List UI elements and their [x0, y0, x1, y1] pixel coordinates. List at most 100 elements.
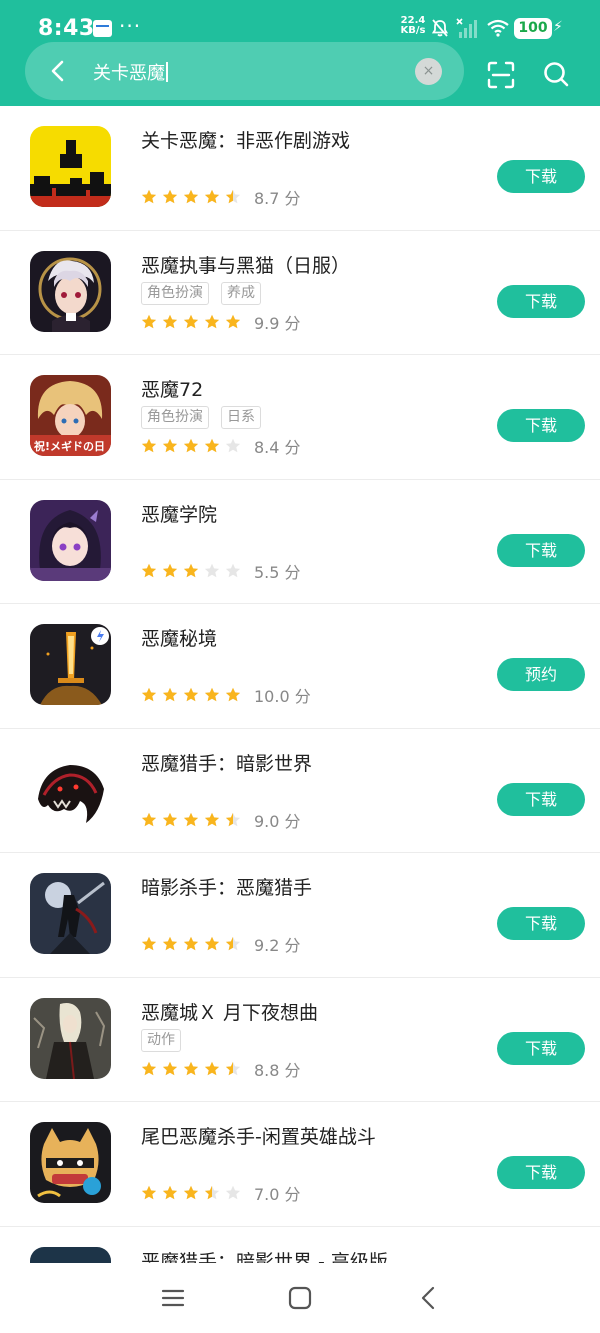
reserve-button[interactable]: 预约 — [497, 658, 585, 691]
star-half-icon — [225, 936, 241, 951]
tag[interactable]: 养成 — [221, 281, 261, 305]
star-filled-icon — [204, 812, 220, 826]
rating-score: 9.2 分 — [254, 936, 301, 955]
download-button[interactable]: 下载 — [497, 907, 585, 940]
download-button[interactable]: 下载 — [497, 409, 585, 442]
star-rating — [141, 189, 246, 205]
star-filled-icon — [141, 314, 157, 328]
star-filled-icon — [162, 1061, 178, 1075]
app-icon-butler-black-cat[interactable] — [30, 250, 111, 332]
app-list-item[interactable]: 恶魔城Ｘ 月下夜想曲 动作 8.8 分 下载 — [0, 978, 600, 1102]
star-half-icon — [225, 1061, 241, 1075]
more-notifications-icon: ··· — [119, 14, 142, 38]
star-rating — [141, 936, 246, 952]
back-icon[interactable] — [45, 57, 73, 85]
app-list-item[interactable]: 恶魔学院 5.5 分 下载 — [0, 480, 600, 604]
app-icon-demon-72[interactable]: 祝!メギドの日 — [30, 375, 111, 456]
download-button[interactable]: 下载 — [497, 284, 585, 318]
star-rating — [141, 1061, 246, 1077]
star-filled-icon — [183, 1185, 199, 1200]
app-name: 恶魔猎手：暗影世界 - 高级版 — [141, 1250, 388, 1264]
star-filled-icon — [183, 563, 199, 577]
network-speed-unit: KB/s — [400, 25, 426, 36]
app-icon-level-devil[interactable] — [30, 126, 111, 207]
top-bar: 8:43 ··· 22.4 KB/s 100 ⚡ 关卡恶魔 × — [0, 0, 600, 106]
download-button[interactable]: 下载 — [497, 533, 585, 567]
mail-notification-icon — [93, 20, 112, 37]
rating: 9.0 分 — [141, 808, 301, 832]
navigation-bar — [0, 1263, 600, 1333]
star-filled-icon — [162, 936, 178, 951]
nav-back-icon[interactable] — [418, 1285, 438, 1311]
charging-icon: ⚡ — [553, 19, 563, 35]
tag[interactable]: 角色扮演 — [141, 281, 209, 305]
star-filled-icon — [204, 314, 220, 328]
star-filled-icon — [141, 189, 157, 204]
app-icon-demon-academy[interactable] — [30, 499, 111, 581]
rating-score: 8.8 分 — [254, 1060, 301, 1080]
app-name: 尾巴恶魔杀手-闲置英雄战斗 — [141, 1126, 376, 1148]
text-caret — [166, 62, 168, 82]
tag[interactable]: 角色扮演 — [141, 406, 209, 429]
signal-icon — [456, 18, 477, 38]
star-filled-icon — [183, 438, 199, 453]
app-icon-demon-hunter-premium[interactable] — [30, 1246, 111, 1264]
search-results-list[interactable]: 关卡恶魔：非恶作剧游戏 8.7 分 下载 恶魔执事与黑猫（日服） 角色扮演 养成… — [0, 106, 600, 1263]
star-filled-icon — [225, 687, 241, 702]
app-icon-demon-secret-realm[interactable] — [30, 624, 111, 705]
tag[interactable]: 动作 — [141, 1028, 181, 1052]
star-filled-icon — [141, 936, 157, 951]
star-filled-icon — [183, 812, 199, 826]
app-list-item[interactable]: 恶魔猎手：暗影世界 - 高级版 — [0, 1227, 600, 1264]
app-list-item[interactable]: 尾巴恶魔杀手-闲置英雄战斗 7.0 分 下载 — [0, 1102, 600, 1227]
star-filled-icon — [141, 687, 157, 702]
app-list-item[interactable]: 恶魔秘境 10.0 分 预约 — [0, 604, 600, 729]
star-rating — [141, 438, 246, 454]
star-filled-icon — [162, 563, 178, 577]
star-empty-icon — [225, 1185, 241, 1200]
app-icon-tail-demon-slayer[interactable] — [30, 1122, 111, 1203]
home-icon[interactable] — [288, 1286, 312, 1310]
app-name: 恶魔执事与黑猫（日服） — [141, 254, 351, 277]
rating-score: 8.4 分 — [254, 438, 301, 457]
download-button[interactable]: 下载 — [497, 782, 585, 816]
star-filled-icon — [204, 687, 220, 702]
search-query: 关卡恶魔 — [93, 63, 165, 84]
tag[interactable]: 日系 — [221, 406, 261, 429]
download-button[interactable]: 下载 — [497, 160, 585, 193]
network-speed: 22.4 KB/s — [399, 16, 427, 36]
star-rating — [141, 687, 246, 703]
star-half-icon — [225, 812, 241, 826]
download-button[interactable]: 下载 — [497, 1156, 585, 1189]
app-list-item[interactable]: 暗影杀手：恶魔猎手 9.2 分 下载 — [0, 853, 600, 978]
app-name: 恶魔秘境 — [141, 628, 218, 650]
app-icon-castlevania-sotn[interactable] — [30, 997, 111, 1079]
star-empty-icon — [204, 563, 220, 577]
app-list-item[interactable]: 恶魔猎手：暗影世界 9.0 分 下载 — [0, 729, 600, 853]
clear-search-button[interactable]: × — [415, 58, 442, 85]
svg-text:祝!メギドの日: 祝!メギドの日 — [34, 439, 105, 453]
download-button[interactable]: 下载 — [497, 1031, 585, 1065]
star-filled-icon — [204, 1061, 220, 1075]
rating: 8.7 分 — [141, 185, 301, 209]
scan-icon[interactable] — [486, 60, 516, 90]
star-filled-icon — [162, 438, 178, 453]
app-name: 恶魔猎手：暗影世界 — [141, 752, 313, 775]
app-icon-demon-hunter-shadow-world[interactable] — [30, 748, 111, 830]
star-filled-icon — [162, 687, 178, 702]
star-filled-icon — [183, 687, 199, 702]
app-list-item[interactable]: 关卡恶魔：非恶作剧游戏 8.7 分 下载 — [0, 106, 600, 231]
app-name: 关卡恶魔：非恶作剧游戏 — [141, 130, 351, 152]
app-list-item[interactable]: 祝!メギドの日 恶魔72 角色扮演 日系 8.4 分 下载 — [0, 355, 600, 480]
star-rating — [141, 563, 246, 579]
search-input[interactable]: 关卡恶魔 — [93, 59, 168, 85]
app-icon-shadow-slayer[interactable] — [30, 873, 111, 954]
app-list-item[interactable]: 恶魔执事与黑猫（日服） 角色扮演 养成 9.9 分 下载 — [0, 231, 600, 355]
tag-list: 角色扮演 养成 — [141, 281, 261, 305]
recent-apps-icon[interactable] — [161, 1288, 185, 1308]
star-filled-icon — [141, 812, 157, 826]
star-filled-icon — [162, 189, 178, 204]
search-bar[interactable]: 关卡恶魔 × — [25, 42, 464, 100]
search-icon[interactable] — [542, 60, 570, 88]
app-name: 恶魔城Ｘ 月下夜想曲 — [141, 1001, 319, 1024]
